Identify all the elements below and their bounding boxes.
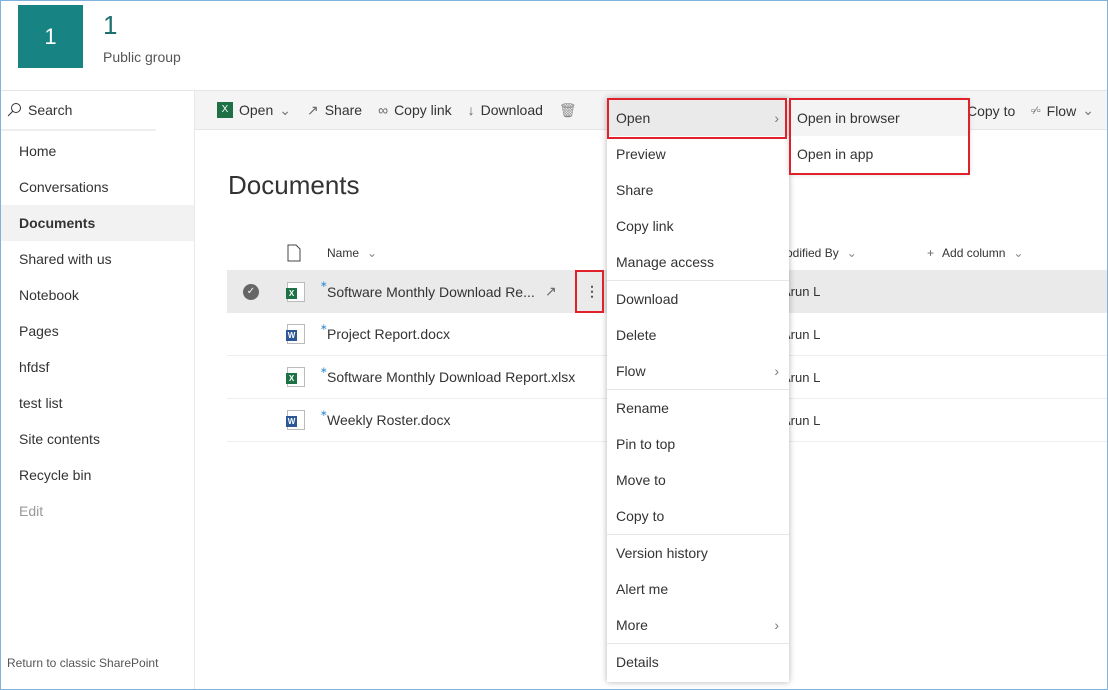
flow-label: Flow bbox=[1046, 102, 1077, 119]
menu-item-manage-access[interactable]: Manage access bbox=[607, 244, 789, 280]
more-actions-highlight bbox=[575, 270, 604, 313]
document-icon bbox=[287, 244, 301, 262]
copy-to-label: Copy to bbox=[967, 102, 1016, 119]
flow-button[interactable]: ▫⁄▫ Flow ⌄ bbox=[1031, 91, 1094, 130]
name-column-header[interactable]: Name ⌄ bbox=[327, 246, 377, 260]
file-name[interactable]: Project Report.docx bbox=[327, 326, 450, 342]
copy-to-button[interactable]: Copy to bbox=[967, 91, 1015, 130]
nav-item-recycle-bin[interactable]: Recycle bin bbox=[0, 457, 194, 493]
menu-item-copy-to[interactable]: Copy to bbox=[607, 498, 789, 534]
nav-item-documents[interactable]: Documents bbox=[0, 205, 194, 241]
excel-icon: X bbox=[217, 102, 233, 118]
menu-item-share[interactable]: Share bbox=[607, 172, 789, 208]
chevron-down-icon: ⌄ bbox=[279, 101, 291, 118]
site-logo[interactable]: 1 bbox=[18, 5, 83, 68]
search-icon bbox=[7, 103, 21, 117]
nav-item-test-list[interactable]: test list bbox=[0, 385, 194, 421]
nav-item-edit[interactable]: Edit bbox=[0, 493, 194, 529]
delete-button[interactable]: 🗑 bbox=[559, 102, 577, 119]
menu-item-alert-me[interactable]: Alert me bbox=[607, 571, 789, 607]
nav-item-shared-with-us[interactable]: Shared with us bbox=[0, 241, 194, 277]
nav-item-pages[interactable]: Pages bbox=[0, 313, 194, 349]
menu-item-preview[interactable]: Preview bbox=[607, 136, 789, 172]
menu-item-copy-link[interactable]: Copy link bbox=[607, 208, 789, 244]
menu-item-rename[interactable]: Rename bbox=[607, 390, 789, 426]
open-button[interactable]: X Open ⌄ bbox=[217, 102, 291, 119]
file-name[interactable]: Software Monthly Download Re... bbox=[327, 284, 535, 300]
left-nav: Search Home Conversations Documents Shar… bbox=[0, 91, 195, 690]
page-title: Documents bbox=[228, 170, 360, 200]
menu-item-version-history[interactable]: Version history bbox=[607, 535, 789, 571]
return-to-classic-link[interactable]: Return to classic SharePoint bbox=[7, 656, 158, 670]
copy-link-button[interactable]: ∞ Copy link bbox=[378, 102, 452, 118]
file-type-header[interactable] bbox=[287, 244, 301, 262]
word-file-icon: W bbox=[286, 410, 305, 430]
nav-item-site-contents[interactable]: Site contents bbox=[0, 421, 194, 457]
nav-item-conversations[interactable]: Conversations bbox=[0, 169, 194, 205]
site-subtitle: Public group bbox=[103, 49, 181, 65]
download-button[interactable]: ↓ Download bbox=[468, 102, 543, 118]
chevron-down-icon: ⌄ bbox=[367, 246, 378, 260]
share-icon[interactable]: ↗ bbox=[545, 283, 557, 300]
download-label: Download bbox=[480, 102, 543, 118]
open-item-highlight bbox=[607, 98, 787, 139]
chevron-down-icon: ⌄ bbox=[1013, 246, 1024, 260]
menu-item-move-to[interactable]: Move to bbox=[607, 462, 789, 498]
excel-file-icon: X bbox=[286, 281, 305, 302]
file-name[interactable]: Weekly Roster.docx bbox=[327, 412, 450, 428]
copy-link-label: Copy link bbox=[394, 102, 452, 118]
nav-item-notebook[interactable]: Notebook bbox=[0, 277, 194, 313]
share-button[interactable]: ↗ Share bbox=[307, 102, 362, 119]
menu-item-more[interactable]: More › bbox=[607, 607, 789, 643]
share-icon: ↗ bbox=[306, 101, 319, 118]
menu-item-pin-to-top[interactable]: Pin to top bbox=[607, 426, 789, 462]
download-icon: ↓ bbox=[467, 102, 475, 118]
excel-file-icon: X bbox=[286, 367, 305, 387]
nav-item-hfdsf[interactable]: hfdsf bbox=[0, 349, 194, 385]
add-column-label: Add column bbox=[942, 246, 1006, 260]
name-header-label: Name bbox=[327, 246, 360, 260]
context-menu: Open › Preview Share Copy link Manage acc… bbox=[607, 98, 789, 682]
link-icon: ∞ bbox=[378, 102, 389, 118]
word-file-icon: W bbox=[286, 324, 305, 344]
site-title[interactable]: 1 bbox=[103, 10, 117, 41]
menu-item-download[interactable]: Download bbox=[607, 281, 789, 317]
menu-item-delete[interactable]: Delete bbox=[607, 317, 789, 353]
chevron-down-icon: ⌄ bbox=[1082, 102, 1094, 118]
share-label: Share bbox=[324, 102, 363, 118]
nav-item-home[interactable]: Home bbox=[0, 133, 194, 169]
file-name[interactable]: Software Monthly Download Report.xlsx bbox=[327, 369, 575, 385]
add-column-button[interactable]: + Add column ⌄ bbox=[927, 246, 1023, 260]
checkmark-icon[interactable]: ✓ bbox=[243, 283, 259, 300]
menu-item-details[interactable]: Details bbox=[607, 644, 789, 680]
menu-item-flow[interactable]: Flow › bbox=[607, 353, 789, 389]
submenu-highlight bbox=[789, 98, 970, 175]
trash-icon: 🗑 bbox=[558, 101, 577, 118]
open-label: Open bbox=[239, 102, 274, 118]
search-label: Search bbox=[28, 102, 73, 118]
chevron-right-icon: › bbox=[774, 363, 779, 379]
chevron-right-icon: › bbox=[774, 617, 779, 633]
plus-icon: + bbox=[927, 246, 935, 260]
search-box[interactable]: Search bbox=[0, 91, 156, 131]
chevron-down-icon: ⌄ bbox=[846, 246, 857, 260]
flow-icon: ▫⁄▫ bbox=[1031, 104, 1041, 117]
